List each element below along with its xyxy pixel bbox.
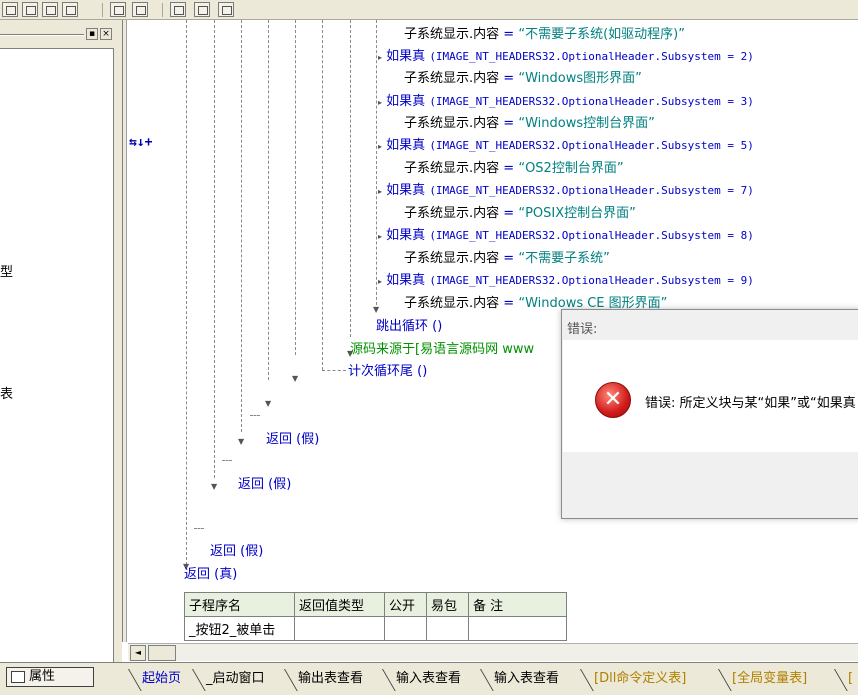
loop-end-line[interactable]: 计次循环尾 () (348, 360, 427, 379)
align-middle-icon[interactable] (62, 2, 78, 17)
code-line[interactable]: 子系统显示.内容 = “不需要子系统” (404, 247, 610, 266)
code-line[interactable]: ▸ 如果真 (IMAGE_NT_HEADERS32.OptionalHeader… (378, 90, 754, 109)
close-panel-button[interactable]: × (100, 28, 112, 40)
flow-arrow-icon: ▼ (238, 437, 245, 446)
flow-guide (194, 528, 204, 529)
flow-guide (295, 20, 296, 355)
flow-guide (268, 20, 269, 380)
align-top-icon[interactable] (42, 2, 58, 17)
same-height-icon[interactable] (194, 2, 210, 17)
code-line[interactable]: 子系统显示.内容 = “OS2控制台界面” (404, 157, 624, 176)
fold-marker-icon[interactable]: ⇆↓+ (129, 135, 152, 150)
toolbar-separator (162, 3, 163, 17)
tab-more[interactable]: [ (834, 669, 857, 691)
flow-guide (241, 20, 242, 432)
dialog-body: ✕ 错误: 所定义块与某“如果”或“如果真 (563, 340, 858, 452)
same-size-icon[interactable] (218, 2, 234, 17)
flow-guide (186, 20, 187, 565)
space-horizontal-icon[interactable] (110, 2, 126, 17)
horizontal-scrollbar[interactable]: ◄ (128, 643, 858, 661)
flow-guide (376, 20, 377, 310)
flow-guide (222, 460, 232, 461)
remark-cell[interactable] (468, 616, 567, 641)
scroll-left-arrow-icon[interactable]: ◄ (130, 645, 146, 661)
toolbar (0, 0, 858, 20)
column-header: 子程序名 (184, 592, 295, 617)
flow-arrow-icon: ▼ (292, 374, 299, 383)
return-type-cell[interactable] (294, 616, 385, 641)
code-line[interactable]: ▸ 如果真 (IMAGE_NT_HEADERS32.OptionalHeader… (378, 224, 754, 243)
tab-import-view[interactable]: 输入表查看 (382, 669, 465, 691)
flow-guide (322, 20, 323, 370)
tab-export-view[interactable]: 输出表查看 (284, 669, 367, 691)
properties-label: 属性 (29, 669, 56, 684)
project-tree[interactable]: 型 表 (0, 48, 114, 663)
code-line[interactable]: 子系统显示.内容 = “Windows控制台界面” (404, 112, 655, 131)
code-line[interactable]: 子系统显示.内容 = “Windows图形界面” (404, 67, 642, 86)
return-false-line[interactable]: 返回 (假) (266, 428, 319, 447)
table-row[interactable]: _按钮2_被单击 (184, 616, 567, 641)
column-header: 公开 (384, 592, 427, 617)
code-line[interactable]: 子系统显示.内容 = “POSIX控制台界面” (404, 202, 636, 221)
align-center-icon[interactable] (22, 2, 38, 17)
left-panel: ▪ × 型 表 (0, 20, 122, 665)
align-grid-icon[interactable] (2, 2, 18, 17)
code-line[interactable]: ▸ 如果真 (IMAGE_NT_HEADERS32.OptionalHeader… (378, 269, 754, 288)
space-vertical-icon[interactable] (132, 2, 148, 17)
tab-import-view-2[interactable]: 输入表查看 (480, 669, 563, 691)
error-icon: ✕ (595, 382, 631, 418)
properties-button[interactable]: 属性 (6, 667, 94, 687)
return-false-line[interactable]: 返回 (假) (210, 540, 263, 559)
flow-guide (350, 20, 351, 337)
tab-global-vars[interactable]: [全局变量表] (718, 669, 811, 691)
tab-start-page[interactable]: 起始页 (128, 669, 185, 691)
properties-icon (11, 671, 25, 683)
flow-guide (322, 370, 346, 371)
tree-item-fragment[interactable]: 型 (0, 261, 13, 280)
column-header: 返回值类型 (294, 592, 385, 617)
code-line[interactable]: 子系统显示.内容 = “不需要子系统(如驱动程序)” (404, 23, 685, 42)
toolbar-separator (102, 3, 103, 17)
flow-guide (250, 415, 260, 416)
tab-startup-window[interactable]: _启动窗口 (192, 669, 269, 691)
editor-gutter: ⇆↓+ (122, 20, 180, 642)
return-true-line[interactable]: 返回 (真) (184, 563, 237, 582)
code-line[interactable]: ▸ 如果真 (IMAGE_NT_HEADERS32.OptionalHeader… (378, 179, 754, 198)
bottom-tab-bar: 属性 起始页 _启动窗口 输出表查看 输入表查看 输入表查看 [Dll命令定义表… (0, 662, 858, 695)
minimize-panel-button[interactable]: ▪ (86, 28, 98, 40)
flow-arrow-icon: ▼ (373, 305, 380, 314)
error-dialog[interactable]: 错误: ✕ 错误: 所定义块与某“如果”或“如果真 (561, 309, 858, 519)
tree-item-fragment[interactable]: 表 (0, 383, 13, 402)
comment-line[interactable]: 源码来源于[易语言源码网 www (350, 338, 534, 357)
code-line[interactable]: ▸ 如果真 (IMAGE_NT_HEADERS32.OptionalHeader… (378, 45, 754, 64)
code-line[interactable]: ▸ 如果真 (IMAGE_NT_HEADERS32.OptionalHeader… (378, 134, 754, 153)
subroutine-name-cell[interactable]: _按钮2_被单击 (184, 616, 295, 641)
return-false-line[interactable]: 返回 (假) (238, 473, 291, 492)
easy-pack-cell[interactable] (426, 616, 469, 641)
scroll-thumb[interactable] (148, 645, 176, 661)
public-cell[interactable] (384, 616, 427, 641)
error-message: 错误: 所定义块与某“如果”或“如果真 (645, 396, 856, 411)
subroutine-table[interactable]: 子程序名 返回值类型 公开 易包 备 注 _按钮2_被单击 (184, 592, 567, 641)
column-header: 易包 (426, 592, 469, 617)
gutter-bar[interactable] (123, 20, 127, 642)
break-loop-line[interactable]: 跳出循环 () (376, 315, 442, 334)
flow-arrow-icon: ▼ (265, 399, 272, 408)
tab-dll-commands[interactable]: [Dll命令定义表] (580, 669, 690, 691)
same-width-icon[interactable] (170, 2, 186, 17)
dialog-title: 错误: (567, 322, 598, 337)
flow-arrow-icon: ▼ (211, 482, 218, 491)
column-header: 备 注 (468, 592, 567, 617)
left-panel-header: ▪ × (0, 26, 118, 42)
table-header-row: 子程序名 返回值类型 公开 易包 备 注 (184, 592, 567, 617)
flow-guide (214, 20, 215, 478)
